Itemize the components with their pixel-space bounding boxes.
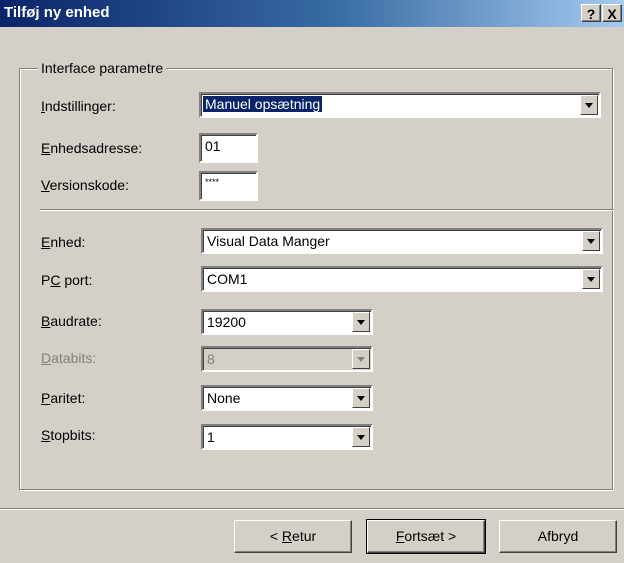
databits-label: Databits: — [41, 350, 97, 366]
enhed-label: Enhed: — [41, 234, 86, 250]
pcport-select[interactable]: COM1 — [201, 266, 603, 292]
group-legend: Interface parametre — [38, 60, 167, 76]
paritet-select[interactable]: None — [201, 385, 373, 411]
chevron-down-icon[interactable] — [582, 231, 600, 251]
chevron-down-icon[interactable] — [352, 427, 370, 447]
baudrate-label: Baudrate: — [41, 313, 102, 329]
indstillinger-select[interactable]: Manuel opsætning — [199, 92, 601, 118]
next-button[interactable]: Fortsæt > — [366, 519, 486, 554]
enhed-select[interactable]: Visual Data Manger — [201, 228, 603, 254]
databits-value: 8 — [207, 351, 215, 367]
stopbits-select[interactable]: 1 — [201, 424, 373, 450]
title-bar: Tilføj ny enhed ? X — [0, 0, 624, 27]
indstillinger-label: Indstillinger: — [41, 98, 116, 114]
baudrate-select[interactable]: 19200 — [201, 309, 373, 335]
versionskode-label: Versionskode: — [41, 177, 129, 193]
group-separator — [40, 209, 614, 211]
chevron-down-icon[interactable] — [580, 95, 598, 115]
stopbits-label: Stopbits: — [41, 427, 96, 443]
stopbits-value: 1 — [207, 429, 215, 445]
pcport-value: COM1 — [207, 271, 248, 287]
chevron-down-icon[interactable] — [352, 388, 370, 408]
enhedsadresse-input[interactable]: 01 — [199, 133, 258, 163]
paritet-label: Paritet: — [41, 390, 86, 406]
chevron-down-icon[interactable] — [582, 269, 600, 289]
back-button[interactable]: < Retur — [234, 520, 352, 553]
versionskode-input[interactable]: **** — [199, 171, 258, 201]
databits-select: 8 — [201, 346, 373, 372]
cancel-button[interactable]: Afbryd — [499, 520, 617, 553]
close-button[interactable]: X — [602, 4, 622, 22]
paritet-value: None — [207, 390, 241, 406]
window-title: Tilføj ny enhed — [4, 4, 110, 21]
enhedsadresse-label: Enhedsadresse: — [41, 140, 143, 156]
enhed-value: Visual Data Manger — [207, 233, 330, 249]
footer-separator — [0, 508, 624, 510]
pcport-label: PC port: — [41, 272, 93, 288]
chevron-down-icon — [352, 349, 370, 369]
baudrate-value: 19200 — [207, 314, 246, 330]
help-button[interactable]: ? — [581, 4, 601, 22]
indstillinger-value: Manuel opsætning — [203, 96, 323, 112]
chevron-down-icon[interactable] — [352, 312, 370, 332]
